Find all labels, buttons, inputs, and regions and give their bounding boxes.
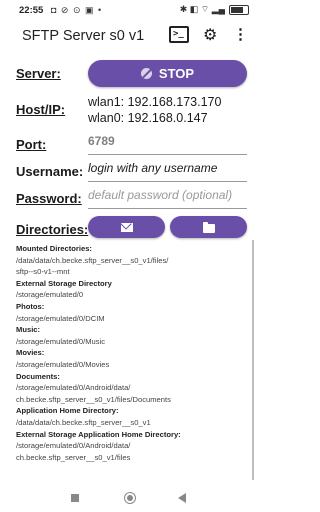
mail-icon — [120, 222, 133, 232]
password-label: Password: — [16, 191, 82, 206]
directory-path: ch.becke.sftp_server__s0_v1/files/Docume… — [16, 394, 171, 404]
directory-heading: Photos: — [16, 301, 45, 311]
notification-icons: ◘ ⊘ ⊙ ▣ • — [51, 5, 103, 15]
directory-heading: Mounted Directories: — [16, 244, 92, 253]
navigation-bar — [0, 486, 263, 512]
directory-path: /storage/emulated/0 — [16, 290, 84, 300]
directory-path: /storage/emulated/0/Android/data/ — [16, 441, 131, 451]
directory-heading: External Storage Application Home Direct… — [16, 429, 181, 439]
host-wlan1: wlan1: 192.168.173.170 — [88, 95, 222, 109]
username-value: login with any username — [88, 161, 218, 175]
ban-icon — [140, 68, 152, 79]
recent-apps-icon[interactable] — [71, 494, 79, 502]
host-label: Host/IP: — [16, 102, 66, 117]
username-label: Username: — [16, 164, 84, 179]
gear-icon[interactable]: ⚙ — [203, 25, 217, 45]
directory-path: /data/data/ch.becke.sftp_server__s0_v1/f… — [16, 255, 169, 265]
directory-heading: Documents: — [16, 371, 60, 381]
app-title: SFTP Server s0 v1 — [22, 28, 145, 44]
directory-heading: Music: — [16, 325, 41, 335]
app-bar: SFTP Server s0 v1 >_ ⚙ ⋮ — [0, 22, 263, 50]
system-icons: ✱ ◧ ⌔ ▂▄ — [180, 4, 249, 15]
directory-heading: Movies: — [16, 348, 45, 358]
status-time: 22:55 — [19, 5, 44, 16]
directory-path: /storage/emulated/0/Android/data/ — [16, 383, 131, 393]
back-icon[interactable] — [178, 493, 186, 503]
directories-label: Directories: — [16, 222, 89, 237]
directory-path: sftp--s0-v1--mnt — [16, 267, 70, 277]
directory-path: /storage/emulated/0/Music — [16, 336, 106, 346]
server-label: Server: — [16, 66, 61, 81]
directory-path: /storage/emulated/0/DCIM — [16, 313, 105, 323]
battery-icon — [229, 4, 249, 15]
scrollbar[interactable] — [252, 240, 254, 480]
host-wlan0: wlan0: 192.168.0.147 — [88, 111, 208, 125]
directory-path: ch.becke.sftp_server__s0_v1/files — [16, 452, 131, 462]
stop-server-button[interactable]: STOP — [88, 60, 247, 87]
email-button[interactable] — [88, 216, 165, 238]
password-input[interactable] — [88, 188, 247, 202]
status-bar: 22:55 ◘ ⊘ ⊙ ▣ • ✱ ◧ ⌔ ▂▄ — [0, 0, 263, 22]
terminal-icon[interactable]: >_ — [169, 26, 189, 43]
directory-list: Mounted Directories: /data/data/ch.becke.… — [16, 243, 247, 463]
password-field[interactable] — [88, 188, 247, 209]
directory-heading: Application Home Directory: — [16, 406, 119, 416]
more-options-icon[interactable]: ⋮ — [233, 25, 248, 43]
folder-icon — [202, 221, 215, 233]
folder-button[interactable] — [170, 216, 247, 238]
port-field[interactable]: 6789 — [88, 134, 247, 155]
username-field[interactable]: login with any username — [88, 161, 247, 182]
stop-button-label: STOP — [158, 66, 195, 81]
directory-path: /data/data/ch.becke.sftp_server__s0_v1 — [16, 417, 151, 427]
directory-path: /storage/emulated/0/Movies — [16, 359, 110, 369]
port-label: Port: — [16, 137, 47, 152]
port-value: 6789 — [88, 134, 115, 148]
home-icon[interactable] — [124, 492, 136, 504]
directory-heading: External Storage Directory — [16, 278, 112, 288]
bluetooth-wifi-signal-icons: ✱ ◧ ⌔ ▂▄ — [179, 4, 225, 14]
